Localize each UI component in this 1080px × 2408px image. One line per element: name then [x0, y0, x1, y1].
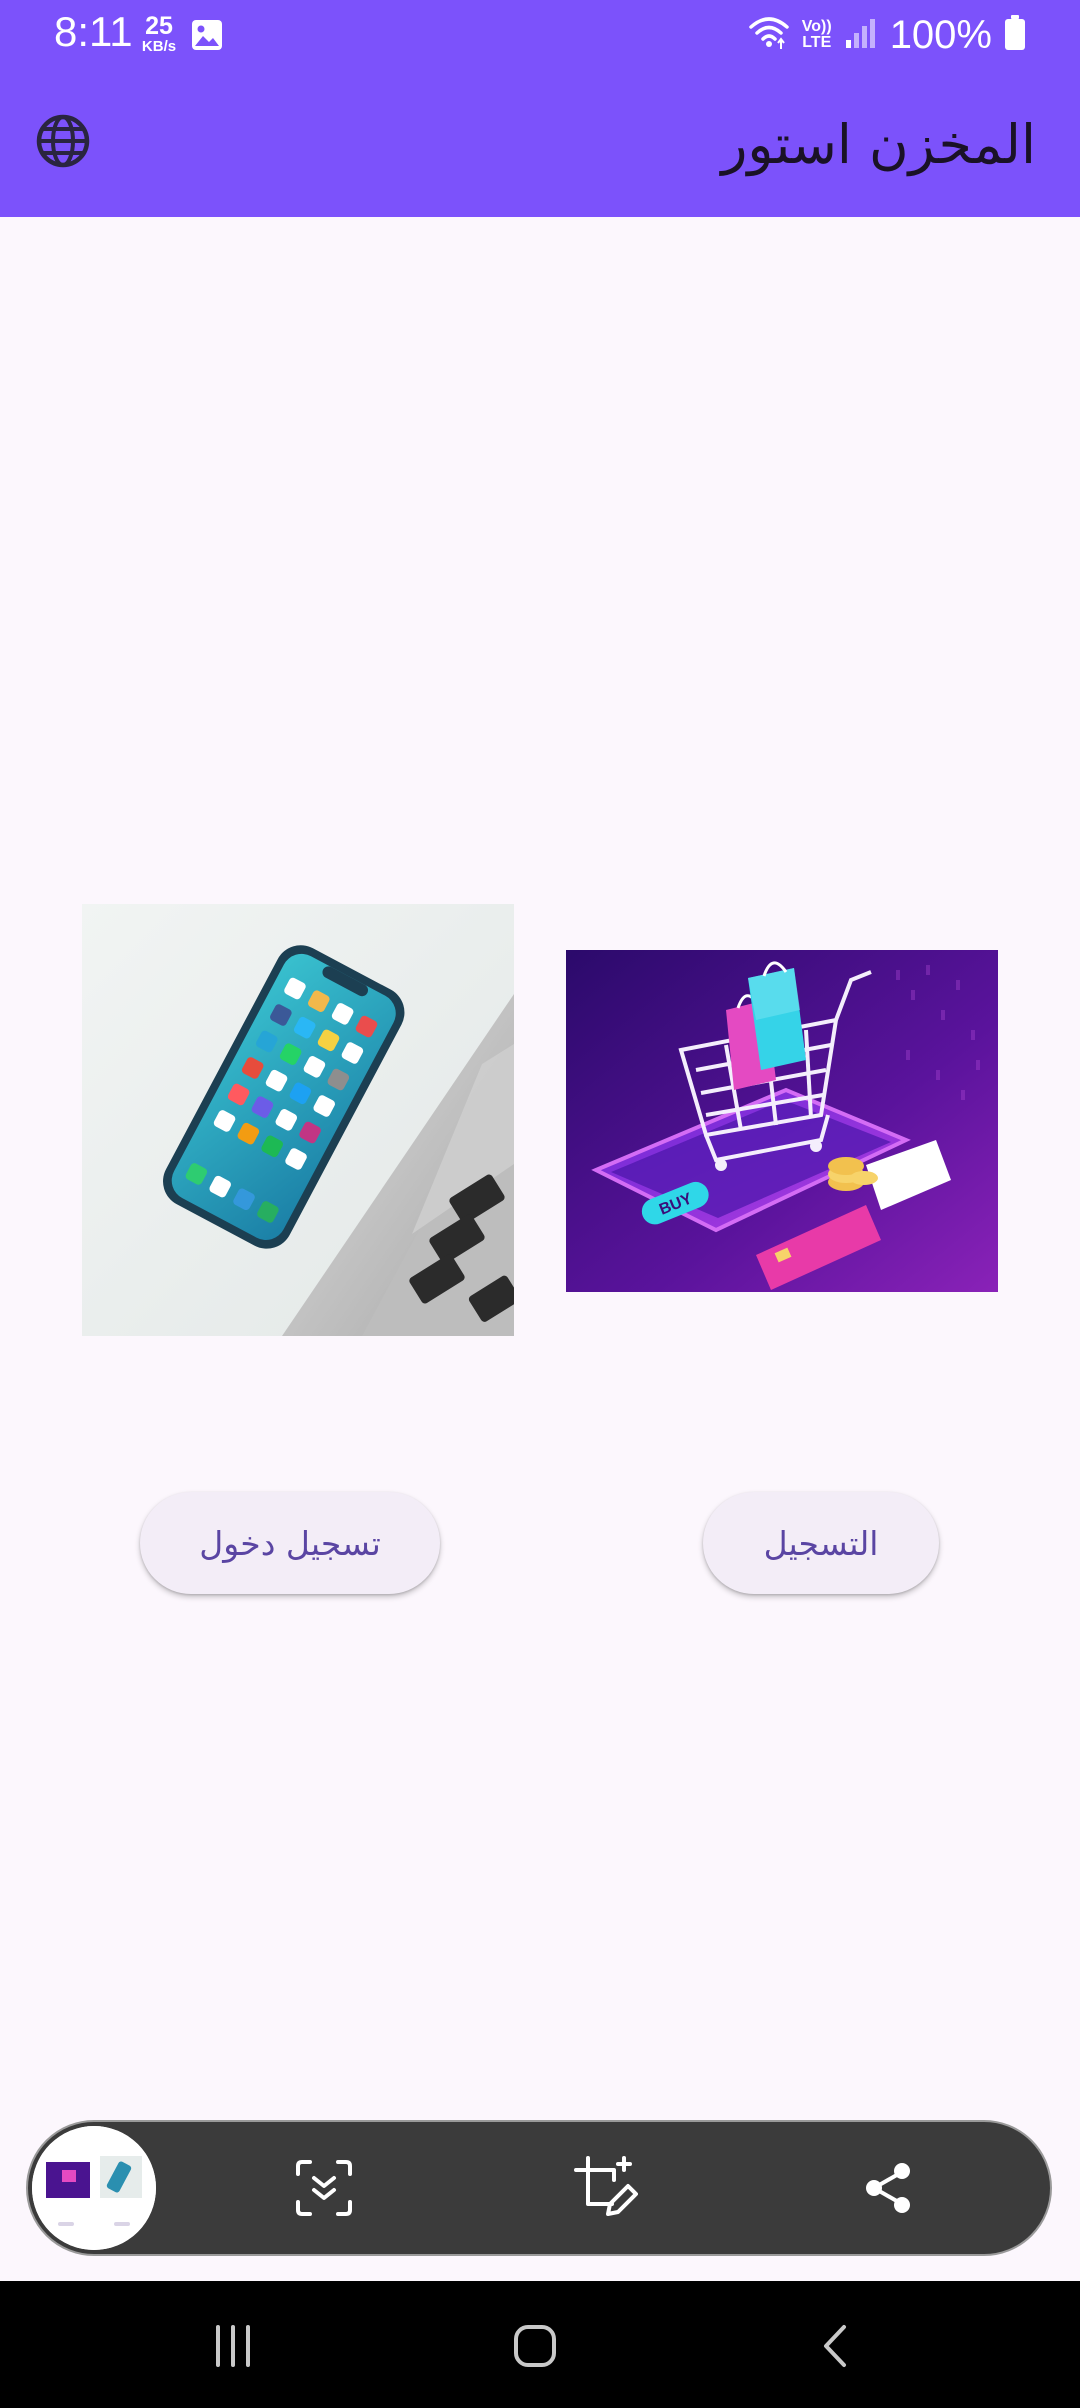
- status-time: 8:11: [54, 8, 133, 55]
- status-bar: 8:11 25 KB/s Vo)) LTE 100%: [0, 0, 1080, 70]
- smartphone-photo: [82, 904, 514, 1336]
- navigation-bar: [0, 2281, 1080, 2408]
- gallery-icon: [190, 18, 224, 56]
- screenshot-toolbar: [26, 2120, 1052, 2256]
- volte-label-bottom: LTE: [802, 34, 832, 51]
- screenshot-thumbnail[interactable]: [32, 2126, 156, 2250]
- language-button[interactable]: [30, 110, 96, 176]
- volte-label-top: Vo)): [801, 18, 832, 35]
- battery-percent: 100%: [889, 12, 992, 57]
- shopping-cart-illustration: BUY: [566, 950, 998, 1292]
- network-speed-value: 25: [145, 12, 173, 40]
- crop-edit-icon[interactable]: [570, 2152, 642, 2224]
- share-icon[interactable]: [852, 2152, 924, 2224]
- home-icon[interactable]: [500, 2311, 570, 2381]
- signal-icon: [844, 16, 878, 54]
- scroll-capture-icon[interactable]: [288, 2152, 360, 2224]
- app-title: المخزن استور: [721, 113, 1036, 176]
- app-bar: المخزن استور: [0, 70, 1080, 217]
- status-right-group: Vo)) LTE 100%: [748, 10, 1026, 60]
- register-button[interactable]: التسجيل: [703, 1492, 939, 1594]
- wifi-icon: [748, 13, 790, 57]
- battery-icon: [1004, 15, 1026, 55]
- network-speed: 25 KB/s: [138, 12, 180, 55]
- recents-icon[interactable]: [198, 2311, 268, 2381]
- app-screen: 8:11 25 KB/s Vo)) LTE 100% المخزن استور …: [0, 0, 1080, 2408]
- volte-icon: Vo)) LTE: [802, 19, 832, 51]
- back-icon[interactable]: [802, 2311, 872, 2381]
- globe-icon: [35, 113, 91, 173]
- login-button[interactable]: تسجيل دخول: [140, 1492, 440, 1594]
- network-speed-unit: KB/s: [141, 38, 177, 55]
